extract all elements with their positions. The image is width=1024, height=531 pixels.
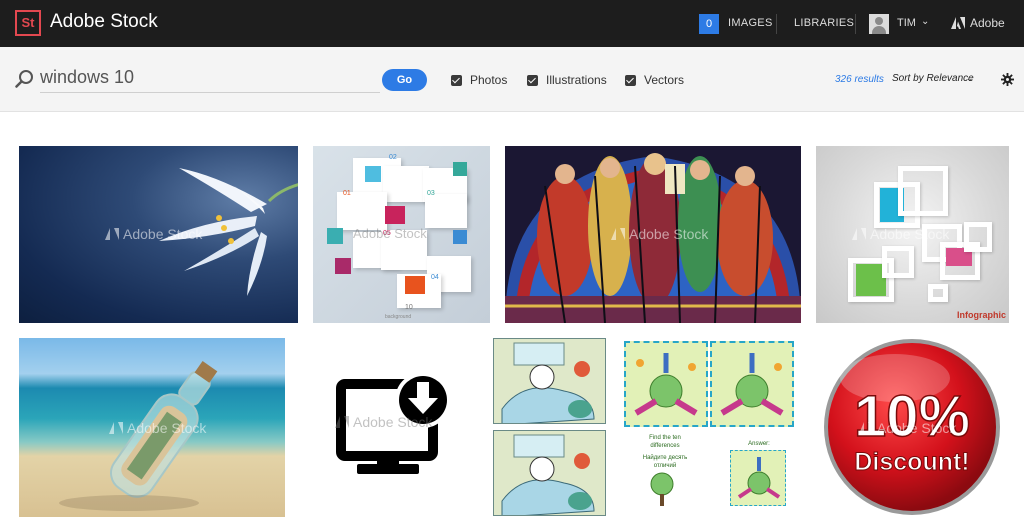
puzzle-caption-ru: Найдите десять отличий <box>642 455 688 469</box>
app-title[interactable]: Adobe Stock <box>50 11 158 33</box>
result-tile-cartoon-comic[interactable] <box>493 338 606 517</box>
color-square <box>335 258 351 274</box>
nav-divider <box>855 14 856 34</box>
result-tile-lily[interactable]: Adobe Stock <box>19 146 298 323</box>
vectors-checkbox[interactable] <box>625 74 636 86</box>
comic-panel <box>493 430 606 516</box>
go-button[interactable]: Go <box>382 69 427 91</box>
watermark: Adobe Stock <box>109 420 206 436</box>
color-square <box>453 230 467 244</box>
outline-square <box>928 284 948 302</box>
adobe-watermark-icon <box>105 228 119 240</box>
comic-panel <box>493 338 606 424</box>
puzzle-image <box>720 353 784 416</box>
step-number: 10 <box>405 304 413 311</box>
filter-label: Photos <box>470 73 508 87</box>
search-bar: Go Photos Illustrations Vectors 326 resu… <box>0 47 1024 112</box>
watermark: Adobe Stock <box>105 226 202 242</box>
outline-square <box>964 222 992 252</box>
color-square <box>365 166 381 182</box>
result-tile-infographic-squares[interactable]: 01 02 03 04 05 10 background Adobe Stock <box>313 146 490 323</box>
user-menu-chevron-icon[interactable]: ⌄ <box>921 16 929 27</box>
illustrations-checkbox[interactable] <box>527 74 538 86</box>
nav-images-link[interactable]: IMAGES <box>728 17 773 29</box>
outline-square <box>882 246 914 278</box>
adobe-stock-logo[interactable]: St <box>15 10 41 36</box>
color-square <box>405 276 425 294</box>
filter-photos[interactable]: Photos <box>451 72 507 88</box>
adobe-watermark-icon <box>859 422 873 434</box>
top-navigation-bar: St Adobe Stock 0 IMAGES LIBRARIES TIM ⌄ … <box>0 0 1024 47</box>
result-tile-stained-glass[interactable]: Adobe Stock <box>505 146 801 323</box>
search-input[interactable] <box>40 63 380 93</box>
result-tile-monitor-icon[interactable]: Adobe Stock <box>305 338 475 517</box>
puzzle-panel <box>710 341 794 427</box>
step-number: 04 <box>431 274 439 281</box>
answer-label: Answer: <box>748 441 770 447</box>
result-tile-grey-squares[interactable]: Infographic Adobe Stock <box>816 146 1009 323</box>
answer-panel <box>730 450 786 506</box>
discount-headline: 10% <box>854 384 970 449</box>
color-square <box>453 162 467 176</box>
small-tree-image <box>650 472 674 506</box>
image-caption: background <box>385 314 412 320</box>
result-tile-discount-badge[interactable]: 10% Discount! Adobe Stock <box>815 338 1009 517</box>
step-number: 02 <box>389 154 397 161</box>
result-tile-find-differences[interactable]: Find the ten differences Найдите десять … <box>622 338 797 517</box>
puzzle-answer-image <box>737 457 781 499</box>
nav-libraries-link[interactable]: LIBRARIES <box>794 17 854 29</box>
filter-label: Vectors <box>644 73 685 87</box>
watermark: Adobe Stock <box>353 226 427 241</box>
user-avatar[interactable] <box>869 14 889 34</box>
watermark: Adobe Stock <box>852 226 949 242</box>
photos-checkbox[interactable] <box>451 74 462 86</box>
info-card <box>337 192 387 230</box>
search-icon <box>15 70 33 88</box>
nav-divider <box>776 14 777 34</box>
sort-dropdown[interactable]: Sort by Relevance <box>892 73 974 84</box>
adobe-link[interactable]: Adobe <box>970 16 1005 30</box>
discount-subline: Discount! <box>854 448 969 476</box>
puzzle-image <box>634 353 698 416</box>
adobe-watermark-icon <box>852 228 866 240</box>
gear-icon[interactable] <box>1001 73 1014 86</box>
images-count-badge[interactable]: 0 <box>699 14 719 34</box>
result-tile-message-bottle[interactable]: Adobe Stock <box>19 338 285 517</box>
color-square <box>327 228 343 244</box>
adobe-logo-icon[interactable] <box>951 17 965 29</box>
step-number: 01 <box>343 190 351 197</box>
image-caption: Infographic <box>957 310 1006 320</box>
color-square <box>385 206 405 224</box>
adobe-watermark-icon <box>611 228 625 240</box>
watermark: Adobe Stock <box>859 420 956 436</box>
adobe-watermark-icon <box>335 416 349 428</box>
watermark: Adobe Stock <box>335 414 432 430</box>
adobe-watermark-icon <box>109 422 123 434</box>
sort-chevron-icon[interactable]: ⌄ <box>966 73 974 84</box>
filter-label: Illustrations <box>546 73 607 87</box>
puzzle-panel <box>624 341 708 427</box>
cartoon-character-image <box>494 339 605 423</box>
puzzle-caption-en: Find the ten differences <box>649 435 681 449</box>
user-name[interactable]: TIM <box>897 17 916 29</box>
cartoon-character-image <box>494 431 605 515</box>
info-card <box>425 194 467 228</box>
watermark: Adobe Stock <box>611 226 708 242</box>
step-number: 03 <box>427 190 435 197</box>
filter-illustrations[interactable]: Illustrations <box>527 72 607 88</box>
filter-vectors[interactable]: Vectors <box>625 72 684 88</box>
results-count: 326 results <box>835 74 884 85</box>
outline-square <box>898 166 948 216</box>
